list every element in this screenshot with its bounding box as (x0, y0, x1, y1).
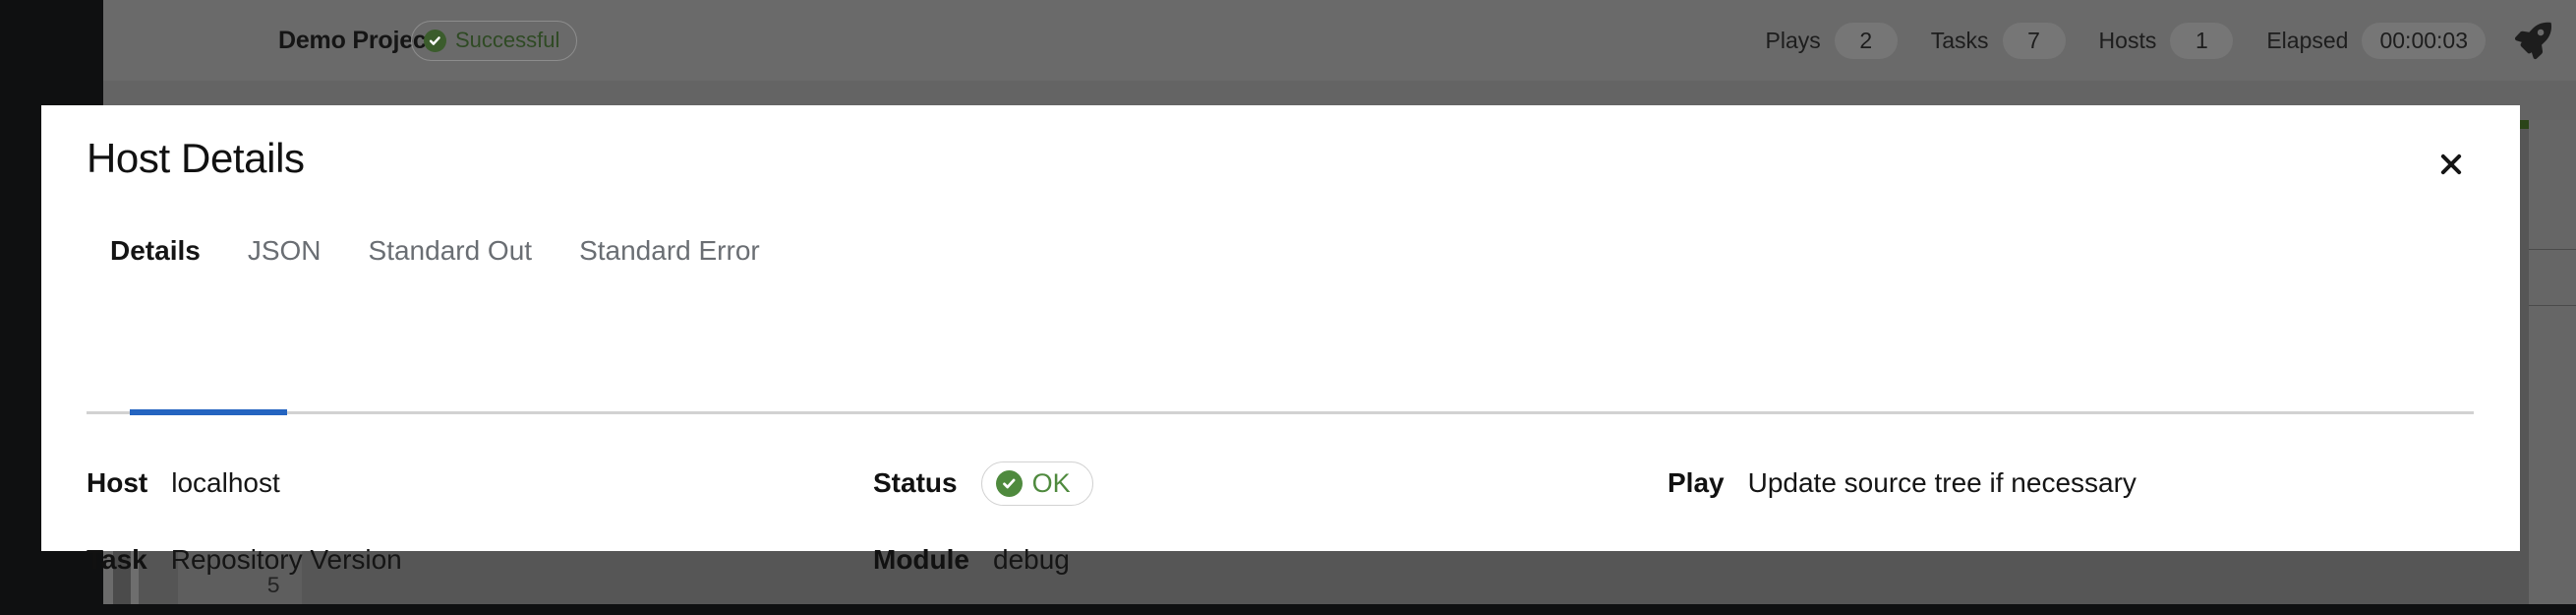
app-topbar: Demo Project Successful Plays 2 Tasks 7 (103, 0, 2576, 81)
field-value: Update source tree if necessary (1747, 467, 2137, 498)
field-module: Module debug (873, 544, 1668, 576)
field-host: Host localhost (87, 467, 873, 499)
tabs-divider (87, 411, 2474, 414)
check-circle-icon (995, 469, 1023, 497)
stat-label: Hosts (2098, 27, 2157, 53)
status-badge-label: Successful (455, 28, 560, 52)
status-badge: Successful (411, 20, 578, 61)
modal-tabs: Details JSON Standard Out Standard Error (87, 235, 2474, 282)
status-badge-label: OK (1031, 467, 1071, 498)
panel-divider (2529, 305, 2576, 306)
tab-standard-error[interactable]: Standard Error (556, 235, 784, 282)
host-details-modal: Host Details Details JSON Standard Out S… (41, 105, 2520, 575)
field-label: Task (87, 544, 147, 575)
tab-json[interactable]: JSON (224, 235, 345, 282)
field-task: Task Repository Version (87, 544, 873, 576)
tab-standard-out[interactable]: Standard Out (345, 235, 556, 282)
tab-details[interactable]: Details (87, 235, 224, 282)
stat-elapsed: Elapsed 00:00:03 (2266, 22, 2486, 59)
check-circle-icon (424, 29, 446, 52)
panel-divider (2529, 249, 2576, 250)
field-play: Play Update source tree if necessary (1668, 467, 2474, 499)
field-status: Status OK (873, 461, 1668, 506)
modal-title: Host Details (87, 135, 305, 181)
field-label: Host (87, 467, 148, 498)
stat-value: 7 (2002, 22, 2066, 59)
close-icon[interactable] (2430, 143, 2473, 186)
stat-label: Plays (1765, 27, 1821, 53)
stat-hosts: Hosts 1 (2098, 22, 2234, 59)
detail-row: Task Repository Version Module debug (87, 522, 2474, 598)
detail-row: Host localhost Status OK Play Update sou… (87, 445, 2474, 522)
stat-tasks: Tasks 7 (1930, 22, 2066, 59)
stat-value: 00:00:03 (2362, 22, 2486, 59)
field-value: localhost (171, 467, 280, 498)
field-value: debug (993, 544, 1070, 575)
rocket-icon[interactable] (2511, 18, 2556, 63)
status-badge: OK (980, 461, 1093, 506)
stat-value: 2 (1834, 22, 1898, 59)
host-details-grid: Host localhost Status OK Play Update sou… (87, 445, 2474, 598)
stat-label: Elapsed (2266, 27, 2349, 53)
field-label: Status (873, 467, 958, 498)
field-label: Module (873, 544, 969, 575)
field-label: Play (1668, 467, 1725, 498)
stat-value: 1 (2170, 22, 2234, 59)
field-value: Repository Version (170, 544, 402, 575)
run-stats: Plays 2 Tasks 7 Hosts 1 Elapsed 00:00:03 (1765, 22, 2486, 59)
tab-active-indicator (130, 409, 287, 415)
stat-plays: Plays 2 (1765, 22, 1898, 59)
stat-label: Tasks (1930, 27, 1989, 53)
